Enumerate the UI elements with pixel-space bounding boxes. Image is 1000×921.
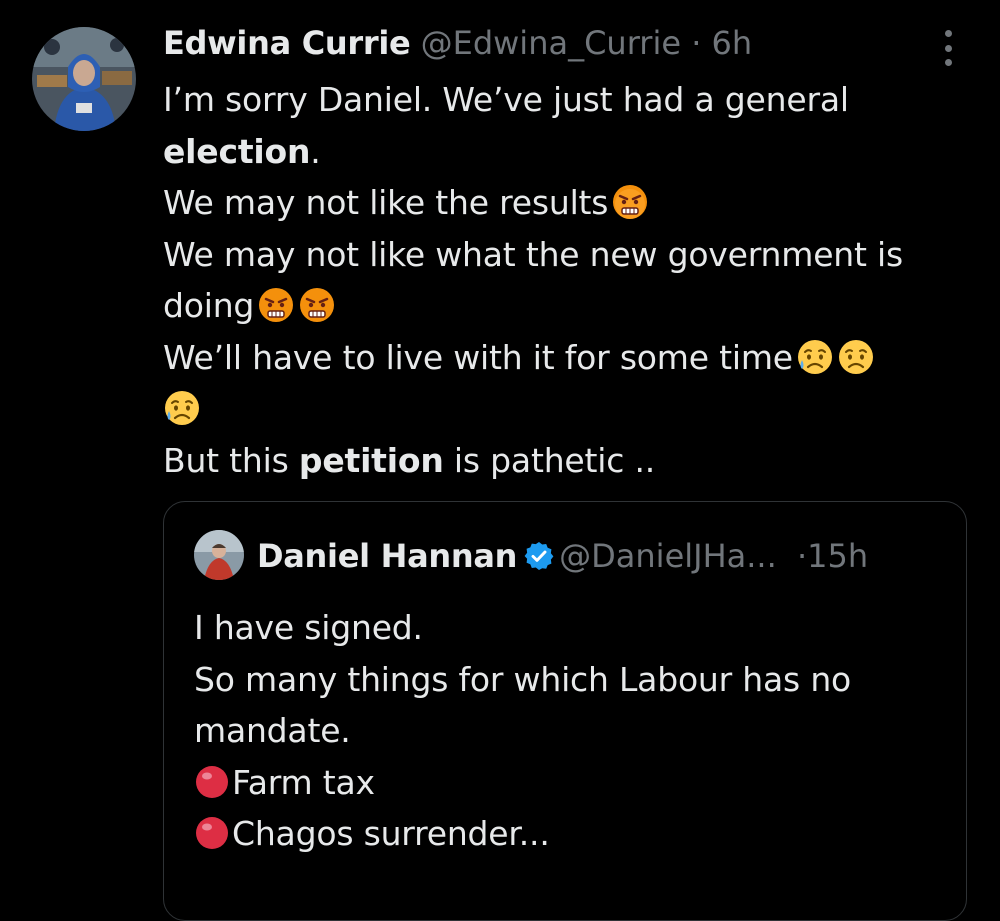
tweet-line-text: We may not like the results: [163, 183, 609, 222]
red-circle-icon: [194, 763, 230, 799]
quoted-line: I have signed.: [194, 602, 954, 654]
quoted-line-text: mandate.: [194, 711, 351, 750]
tweet-time[interactable]: 6h: [712, 24, 753, 62]
quoted-line: mandate.: [194, 705, 954, 757]
angry-face-icon: [257, 286, 295, 324]
quoted-line-text: I have signed.: [194, 608, 423, 647]
quoted-line-text: Farm tax: [232, 762, 375, 802]
quoted-tweet-header: Daniel Hannan @DanielJHa... ·15h: [257, 533, 868, 579]
sad-but-relieved-face-icon: [837, 338, 875, 376]
quoted-line: Chagos surrender...: [194, 808, 954, 860]
angry-face-icon: [611, 183, 649, 221]
tweet-line: We’ll have to live with it for some time: [163, 332, 963, 384]
tweet-line: We may not like the results: [163, 177, 963, 229]
header-separator: ·: [691, 24, 702, 62]
tweet-line-text: .: [310, 131, 321, 171]
quoted-line: Farm tax: [194, 757, 954, 809]
more-options-icon[interactable]: [938, 30, 958, 66]
author-handle[interactable]: @Edwina_Currie: [421, 24, 681, 62]
tweet-line: election.: [163, 126, 963, 178]
quoted-line-text: Chagos surrender...: [232, 814, 550, 853]
tweet-line: [163, 383, 963, 435]
quoted-author-handle[interactable]: @DanielJHa...: [559, 537, 777, 575]
tweet-line: We may not like what the new government …: [163, 229, 963, 281]
verified-badge-icon: [523, 538, 555, 570]
quoted-tweet-time[interactable]: 15h: [807, 537, 868, 575]
angry-face-icon: [298, 286, 336, 324]
sad-but-relieved-face-icon: [796, 338, 834, 376]
tweet-text: I’m sorry Daniel. We’ve just had a gener…: [163, 74, 963, 486]
tweet-line-text: But this: [163, 440, 299, 480]
tweet-line-text: doing: [163, 286, 255, 325]
tweet-header: Edwina Currie @Edwina_Currie · 6h: [163, 20, 752, 66]
tweet-line-text: is pathetic ..: [443, 440, 656, 480]
tweet-line: doing: [163, 280, 963, 332]
quoted-tweet-text: I have signed. So many things for which …: [194, 602, 954, 860]
author-avatar[interactable]: [32, 27, 136, 131]
red-circle-icon: [194, 814, 230, 850]
tweet-line: I’m sorry Daniel. We’ve just had a gener…: [163, 74, 963, 126]
quoted-author-avatar[interactable]: [194, 530, 244, 580]
author-name[interactable]: Edwina Currie: [163, 24, 411, 62]
bold-word: petition: [298, 440, 444, 480]
tweet-line: But this petition is pathetic ..: [163, 435, 963, 487]
quoted-header-separator: ·: [796, 537, 808, 575]
tweet-line-text: We’ll have to live with it for some time: [163, 337, 793, 377]
quoted-author-name[interactable]: Daniel Hannan: [257, 537, 517, 575]
tweet-line-text: I’m sorry Daniel. We’ve just had a gener…: [163, 80, 849, 119]
bold-word: election: [163, 131, 311, 171]
quoted-line: So many things for which Labour has no: [194, 654, 954, 706]
sad-but-relieved-face-icon: [163, 389, 201, 427]
quoted-line-text: So many things for which Labour has no: [194, 659, 852, 699]
quoted-tweet[interactable]: Daniel Hannan @DanielJHa... ·15h I have s…: [163, 501, 967, 921]
tweet-line-text: We may not like what the new government …: [163, 234, 903, 274]
